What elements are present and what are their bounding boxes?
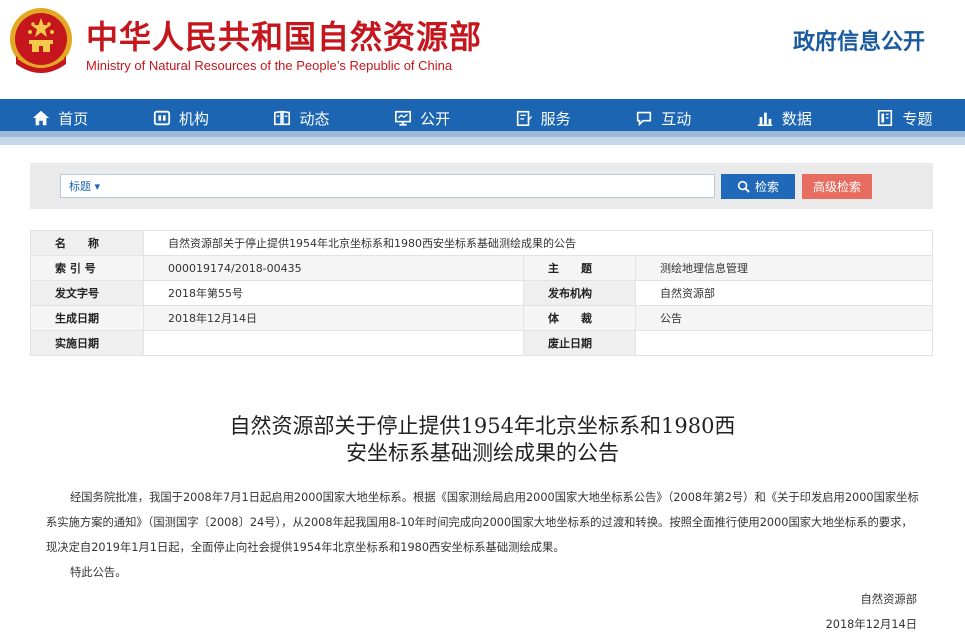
organization-icon bbox=[153, 110, 170, 126]
subject-label: 主 题 bbox=[523, 255, 636, 281]
nav-item-label: 专题 bbox=[902, 109, 933, 128]
signature-org: 自然资源部 bbox=[860, 593, 918, 606]
advanced-search-button[interactable]: 高级检索 bbox=[802, 174, 872, 199]
nav-item-data[interactable]: 数据 bbox=[724, 99, 845, 137]
search-panel: 标题 ▾ 检索 高级检索 bbox=[30, 163, 933, 209]
name-label: 名 称 bbox=[30, 230, 144, 256]
article-signature: 自然资源部 2018年12月14日 bbox=[826, 587, 917, 636]
effective-date-label: 实施日期 bbox=[30, 330, 144, 356]
index-label: 索 引 号 bbox=[30, 255, 144, 281]
table-row: 索 引 号 000019174/2018-00435 主 题 测绘地理信息管理 bbox=[30, 255, 933, 281]
search-icon bbox=[737, 180, 750, 193]
bar-chart-icon bbox=[757, 112, 773, 127]
monitor-icon bbox=[395, 110, 412, 126]
table-row: 实施日期 废止日期 bbox=[30, 330, 933, 356]
article-title: 自然资源部关于停止提供1954年北京坐标系和1980西 安坐标系基础测绘成果的公… bbox=[0, 413, 965, 467]
nav-divider bbox=[0, 137, 965, 145]
nav-item-home[interactable]: 首页 bbox=[0, 99, 121, 137]
genre-label: 体 裁 bbox=[523, 305, 636, 331]
article-body: 经国务院批准，我国于2008年7月1日起启用2000国家大地坐标系。根据《国家测… bbox=[46, 485, 921, 585]
nav-item-service[interactable]: 服务 bbox=[482, 99, 603, 137]
search-button[interactable]: 检索 bbox=[721, 174, 795, 199]
index-value: 000019174/2018-00435 bbox=[143, 255, 524, 281]
nav-item-public[interactable]: 公开 bbox=[362, 99, 483, 137]
national-emblem-icon[interactable] bbox=[8, 6, 74, 80]
created-date-value: 2018年12月14日 bbox=[143, 305, 524, 331]
nav-item-label: 首页 bbox=[58, 109, 89, 128]
topic-icon bbox=[878, 109, 893, 127]
search-input[interactable] bbox=[121, 176, 714, 196]
nav-item-label: 动态 bbox=[299, 109, 330, 128]
search-button-label: 检索 bbox=[754, 180, 779, 194]
search-field-selector[interactable]: 标题 ▾ bbox=[61, 178, 121, 194]
gov-info-title[interactable]: 政府信息公开 bbox=[793, 24, 925, 56]
news-icon bbox=[274, 110, 291, 126]
nav-item-label: 公开 bbox=[420, 109, 451, 128]
subject-value: 测绘地理信息管理 bbox=[635, 255, 933, 281]
nav-item-label: 服务 bbox=[540, 109, 571, 128]
site-header: 中华人民共和国自然资源部 Ministry of Natural Resourc… bbox=[0, 0, 965, 99]
expire-date-value bbox=[635, 330, 933, 356]
docno-label: 发文字号 bbox=[30, 280, 144, 306]
table-row: 名 称 自然资源部关于停止提供1954年北京坐标系和1980西安坐标系基础测绘成… bbox=[30, 230, 933, 256]
name-value: 自然资源部关于停止提供1954年北京坐标系和1980西安坐标系基础测绘成果的公告 bbox=[143, 230, 933, 256]
search-field-selector-label: 标题 bbox=[69, 180, 91, 193]
chat-icon bbox=[637, 111, 652, 127]
search-box: 标题 ▾ bbox=[60, 174, 715, 198]
effective-date-value bbox=[143, 330, 524, 356]
nav-item-label: 互动 bbox=[661, 109, 692, 128]
nav-item-interaction[interactable]: 互动 bbox=[603, 99, 724, 137]
nav-item-topic[interactable]: 专题 bbox=[844, 99, 965, 137]
publisher-label: 发布机构 bbox=[523, 280, 636, 306]
genre-value: 公告 bbox=[635, 305, 933, 331]
service-icon bbox=[516, 110, 532, 127]
table-row: 发文字号 2018年第55号 发布机构 自然资源部 bbox=[30, 280, 933, 306]
site-title[interactable]: 中华人民共和国自然资源部 bbox=[86, 12, 482, 58]
nav-item-label: 数据 bbox=[781, 109, 812, 128]
home-icon bbox=[33, 110, 50, 126]
nav-item-news[interactable]: 动态 bbox=[241, 99, 362, 137]
article-paragraph: 特此公告。 bbox=[70, 566, 127, 579]
expire-date-label: 废止日期 bbox=[523, 330, 636, 356]
document-info-table: 名 称 自然资源部关于停止提供1954年北京坐标系和1980西安坐标系基础测绘成… bbox=[30, 230, 933, 356]
nav-item-label: 机构 bbox=[178, 109, 209, 128]
created-date-label: 生成日期 bbox=[30, 305, 144, 331]
article-title-line1: 自然资源部关于停止提供1954年北京坐标系和1980西 bbox=[229, 414, 736, 438]
publisher-value: 自然资源部 bbox=[635, 280, 933, 306]
nav-item-organization[interactable]: 机构 bbox=[121, 99, 242, 137]
main-nav: 首页 机构 动态 公开 服务 互动 数据 专题 bbox=[0, 99, 965, 137]
docno-value: 2018年第55号 bbox=[143, 280, 524, 306]
signature-date: 2018年12月14日 bbox=[825, 618, 917, 631]
article-title-line2: 安坐标系基础测绘成果的公告 bbox=[346, 441, 619, 465]
table-row: 生成日期 2018年12月14日 体 裁 公告 bbox=[30, 305, 933, 331]
site-subtitle: Ministry of Natural Resources of the Peo… bbox=[86, 58, 453, 73]
article-paragraph: 经国务院批准，我国于2008年7月1日起启用2000国家大地坐标系。根据《国家测… bbox=[46, 491, 919, 554]
